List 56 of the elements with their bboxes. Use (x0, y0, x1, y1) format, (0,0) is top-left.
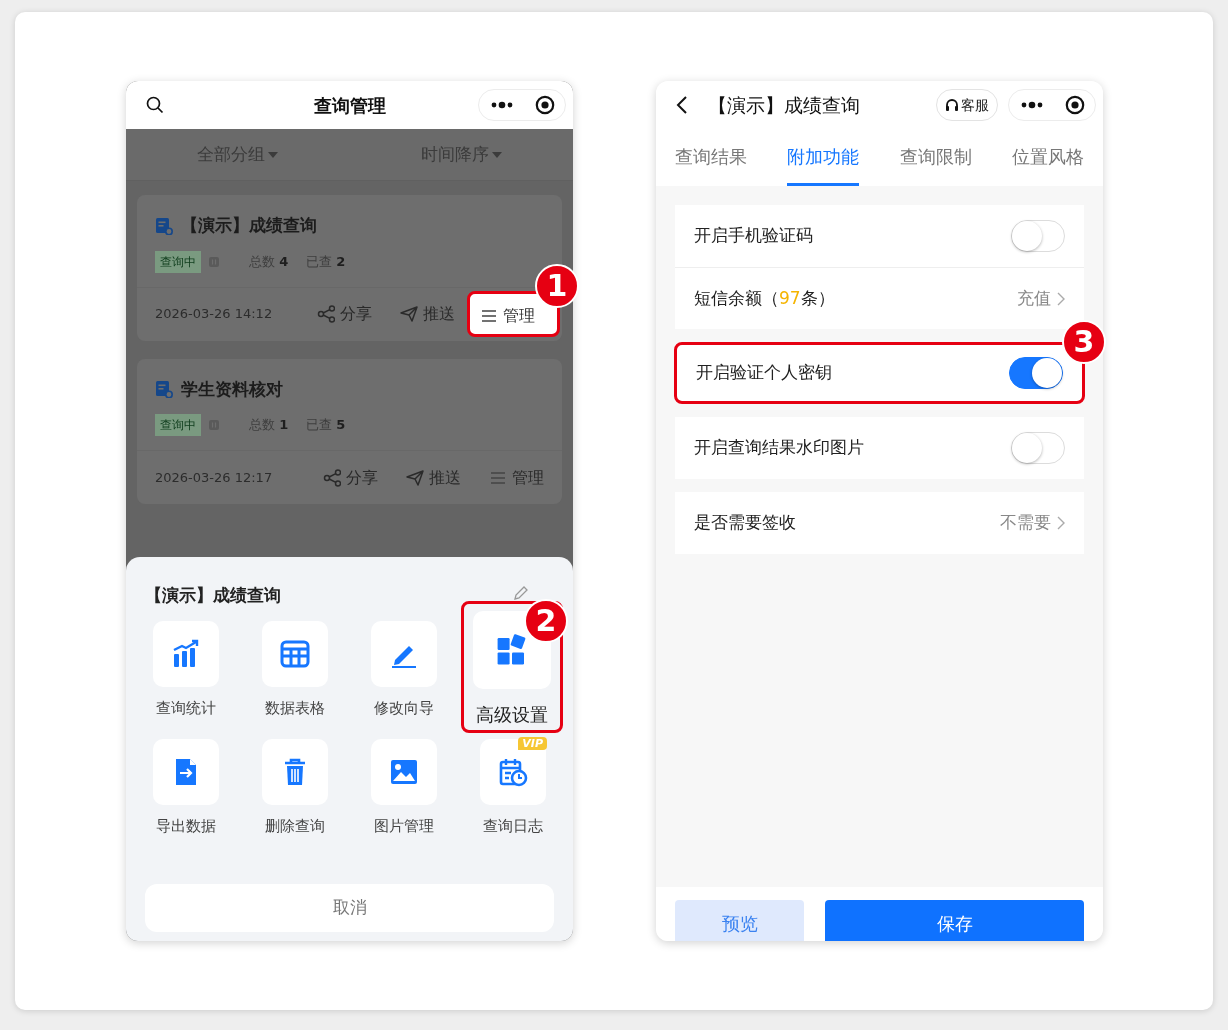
target-icon[interactable] (1064, 95, 1085, 115)
page-title: 【演示】成绩查询 (708, 92, 860, 118)
caret-icon (491, 151, 502, 158)
step-badge: 2 (524, 598, 568, 643)
share-icon (323, 468, 341, 487)
status-tag: 查询中 (155, 414, 201, 436)
document-icon (155, 380, 173, 399)
action-link[interactable]: 管理 (489, 465, 544, 490)
target-icon[interactable] (534, 95, 555, 115)
card-title: 学生资料核对 (181, 377, 283, 401)
date-text: 2026-03-26 14:12 (155, 305, 273, 324)
more-icon[interactable] (489, 101, 514, 109)
search-icon[interactable] (146, 96, 164, 114)
headset-icon (945, 98, 959, 112)
setting-label: 开启验证个人密钥 (696, 361, 832, 385)
tab[interactable]: 查询限制 (899, 129, 972, 186)
service-button[interactable]: 客服 (936, 89, 998, 121)
menu-icon (480, 307, 498, 325)
preview-button[interactable]: 预览 (675, 900, 804, 941)
save-button[interactable]: 保存 (825, 900, 1084, 941)
chevron-right-icon (1057, 291, 1065, 306)
value-link[interactable]: 充值 (1017, 285, 1065, 312)
setting-label: 是否需要签收 (694, 511, 796, 535)
setting-label: 开启手机验证码 (694, 224, 813, 248)
action-link[interactable]: 推送 (400, 302, 455, 326)
setting-label: 短信余额（97条） (694, 286, 835, 310)
value-link[interactable]: 不需要 (1000, 510, 1065, 536)
setting-label: 开启查询结果水印图片 (694, 436, 864, 460)
table-icon (280, 638, 310, 669)
step-badge: 1 (535, 264, 579, 308)
tab[interactable]: 查询结果 (675, 129, 747, 186)
page-title: 查询管理 (313, 93, 386, 118)
action-link[interactable]: 分享 (317, 302, 372, 326)
document-icon (155, 216, 173, 235)
caret-icon (268, 151, 279, 158)
tab[interactable]: 附加功能 (787, 129, 860, 186)
step-badge: 3 (1062, 320, 1106, 364)
cancel-button[interactable]: 取消 (145, 884, 554, 932)
toggle-switch[interactable] (1009, 357, 1063, 389)
sheet-title: 【演示】成绩查询 (145, 584, 281, 607)
chevron-right-icon (1057, 516, 1065, 530)
card-title: 【演示】成绩查询 (181, 214, 317, 237)
date-text: 2026-03-26 12:17 (155, 468, 273, 487)
pencil-icon[interactable] (513, 585, 529, 601)
vip-badge: VIP (518, 736, 547, 750)
calendar-clock-icon (498, 756, 528, 787)
send-icon (400, 305, 418, 323)
back-icon[interactable] (676, 95, 688, 115)
action-link[interactable]: 推送 (406, 465, 461, 490)
action-link[interactable]: 分享 (323, 465, 378, 490)
bar-chart-icon (171, 638, 201, 669)
share-icon (317, 305, 335, 323)
send-icon (406, 468, 424, 487)
tab[interactable]: 位置风格 (1012, 129, 1084, 186)
status-tag: 查询中 (155, 250, 201, 273)
more-icon[interactable] (1019, 101, 1044, 109)
